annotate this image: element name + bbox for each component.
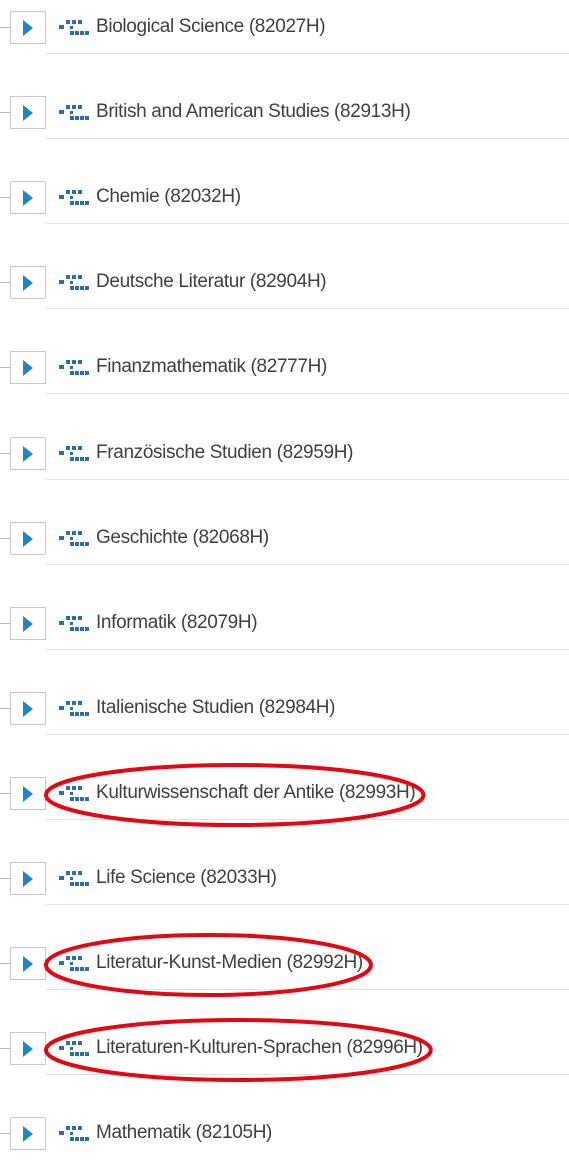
tree-item-label[interactable]: Kulturwissenschaft der Antike (82993H) [96, 781, 416, 805]
row-separator [46, 308, 569, 309]
row-separator [46, 904, 569, 905]
expand-button[interactable] [10, 522, 46, 555]
org-unit-icon [59, 356, 89, 378]
tree-connector-line [0, 623, 10, 624]
tree-connector-line [0, 1133, 10, 1134]
row-separator [46, 479, 569, 480]
tree-connector-line [0, 708, 10, 709]
tree-item-label[interactable]: Chemie (82032H) [96, 185, 241, 209]
org-unit-icon [59, 782, 89, 804]
org-unit-icon [59, 186, 89, 208]
tree-connector-line [0, 1048, 10, 1049]
expand-button[interactable] [10, 1032, 46, 1065]
tree-item-life-science-82033h[interactable]: Life Science (82033H) [0, 862, 569, 905]
org-unit-icon [59, 1122, 89, 1144]
expand-button[interactable] [10, 777, 46, 810]
tree-item-informatik-82079h[interactable]: Informatik (82079H) [0, 607, 569, 650]
org-unit-icon [59, 442, 89, 464]
tree-connector-line [0, 282, 10, 283]
row-separator [46, 138, 569, 139]
expand-button[interactable] [10, 862, 46, 895]
tree-item-label[interactable]: Geschichte (82068H) [96, 526, 269, 550]
org-unit-icon [59, 867, 89, 889]
expand-button[interactable] [10, 11, 46, 44]
tree-item-finanzmathematik-82777h[interactable]: Finanzmathematik (82777H) [0, 351, 569, 394]
expand-button[interactable] [10, 437, 46, 470]
tree-item-label[interactable]: Biological Science (82027H) [96, 15, 326, 39]
org-unit-icon [59, 527, 89, 549]
expand-button[interactable] [10, 181, 46, 214]
org-unit-icon [59, 1037, 89, 1059]
tree-connector-line [0, 878, 10, 879]
tree-connector-line [0, 27, 10, 28]
row-separator [46, 989, 569, 990]
tree-item-label[interactable]: Französische Studien (82959H) [96, 441, 353, 465]
tree-item-label[interactable]: Literatur-Kunst-Medien (82992H) [96, 951, 363, 975]
expand-button[interactable] [10, 1117, 46, 1150]
org-unit-icon [59, 697, 89, 719]
org-unit-icon [59, 271, 89, 293]
row-separator [46, 649, 569, 650]
tree-connector-line [0, 197, 10, 198]
tree-item-label[interactable]: British and American Studies (82913H) [96, 100, 411, 124]
tree-item-kulturwissenschaft-der-antike-82993h[interactable]: Kulturwissenschaft der Antike (82993H) [0, 777, 569, 820]
tree-item-literatur-kunst-medien-82992h[interactable]: Literatur-Kunst-Medien (82992H) [0, 947, 569, 990]
tree-connector-line [0, 538, 10, 539]
expand-button[interactable] [10, 692, 46, 725]
tree-item-geschichte-82068h[interactable]: Geschichte (82068H) [0, 522, 569, 565]
tree-item-british-and-american-studies-82913h[interactable]: British and American Studies (82913H) [0, 96, 569, 139]
tree-item-label[interactable]: Life Science (82033H) [96, 866, 277, 890]
row-separator [46, 223, 569, 224]
org-unit-icon [59, 952, 89, 974]
tree-item-label[interactable]: Informatik (82079H) [96, 611, 258, 635]
row-separator [46, 393, 569, 394]
org-unit-icon [59, 16, 89, 38]
row-separator [46, 53, 569, 54]
expand-button[interactable] [10, 266, 46, 299]
tree-item-chemie-82032h[interactable]: Chemie (82032H) [0, 181, 569, 224]
tree-connector-line [0, 367, 10, 368]
row-separator [46, 564, 569, 565]
row-separator [46, 734, 569, 735]
tree-item-label[interactable]: Literaturen-Kulturen-Sprachen (82996H) [96, 1036, 423, 1060]
tree-item-literaturen-kulturen-sprachen-82996h[interactable]: Literaturen-Kulturen-Sprachen (82996H) [0, 1032, 569, 1075]
expand-button[interactable] [10, 947, 46, 980]
expand-button[interactable] [10, 607, 46, 640]
org-unit-icon [59, 612, 89, 634]
tree-connector-line [0, 112, 10, 113]
tree-item-franzoesische-studien-82959h[interactable]: Französische Studien (82959H) [0, 437, 569, 480]
expand-button[interactable] [10, 96, 46, 129]
tree-item-italienische-studien-82984h[interactable]: Italienische Studien (82984H) [0, 692, 569, 735]
tree-connector-line [0, 453, 10, 454]
study-program-tree: Biological Science (82027H) British and A… [0, 0, 569, 1163]
tree-connector-line [0, 793, 10, 794]
row-separator [46, 819, 569, 820]
row-separator [46, 1074, 569, 1075]
tree-item-label[interactable]: Mathematik (82105H) [96, 1121, 272, 1145]
org-unit-icon [59, 101, 89, 123]
tree-item-label[interactable]: Finanzmathematik (82777H) [96, 355, 327, 379]
tree-item-mathematik-82105h[interactable]: Mathematik (82105H) [0, 1117, 569, 1151]
tree-item-label[interactable]: Deutsche Literatur (82904H) [96, 270, 327, 294]
tree-item-deutsche-literatur-82904h[interactable]: Deutsche Literatur (82904H) [0, 266, 569, 309]
tree-item-label[interactable]: Italienische Studien (82984H) [96, 696, 335, 720]
tree-item-biological-science-82027h[interactable]: Biological Science (82027H) [0, 11, 569, 54]
tree-connector-line [0, 963, 10, 964]
expand-button[interactable] [10, 351, 46, 384]
